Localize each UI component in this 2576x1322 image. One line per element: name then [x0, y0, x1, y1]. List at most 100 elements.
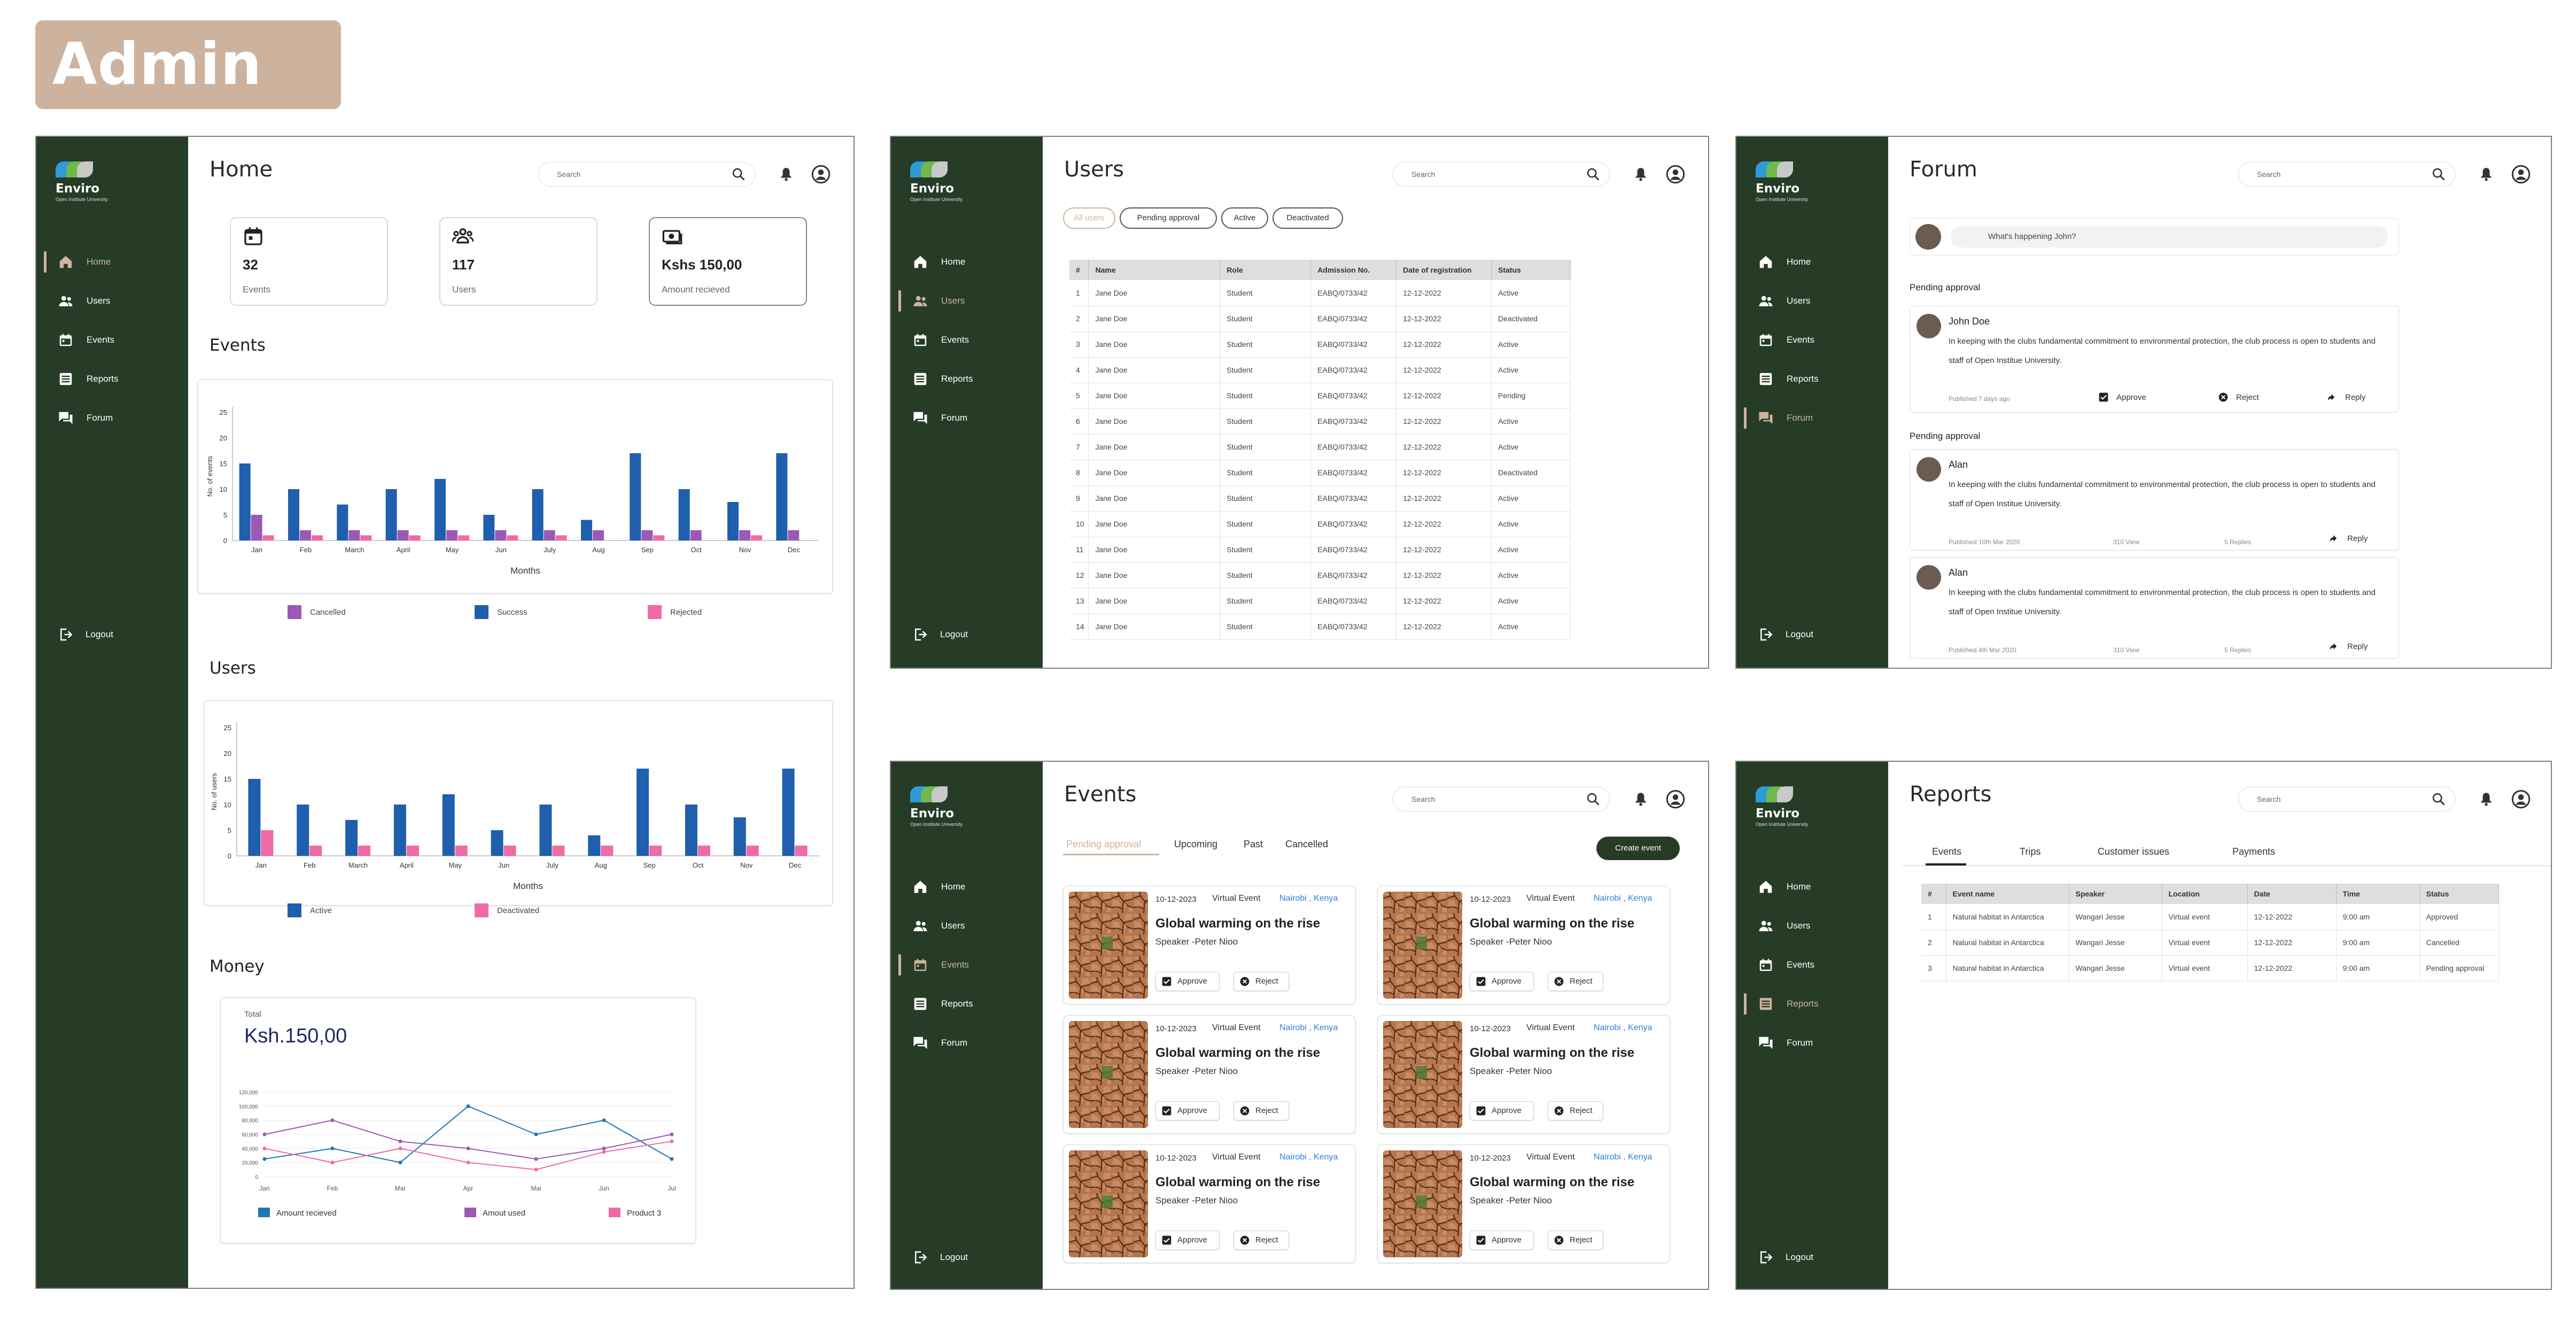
search-input[interactable]: Search [2239, 163, 2455, 186]
table-row[interactable]: 7 Jane Doe Student EABQ/0733/42 12-12-2022 Ac… [1069, 434, 1571, 460]
nav-home[interactable]: Home [1736, 874, 1888, 900]
create-event-button[interactable]: Create event [1596, 837, 1680, 860]
reply-button[interactable]: Reply [2329, 641, 2368, 652]
stat-card-amount[interactable]: Kshs 150,00 Amount recieved [649, 217, 807, 306]
nav-events[interactable]: Events [891, 327, 1043, 353]
logout-button[interactable]: Logout [1758, 1249, 1813, 1265]
nav-events[interactable]: Events [1736, 327, 1888, 353]
nav-users[interactable]: Users [36, 288, 188, 314]
bell-icon[interactable] [779, 166, 793, 183]
event-card[interactable]: 10-12-2023 Virtual Event Nairobi , Kenya Gl… [1377, 1145, 1670, 1263]
nav-forum[interactable]: Forum [1736, 405, 1888, 431]
search-input[interactable]: Search [539, 163, 755, 186]
event-location[interactable]: Nairobi , Kenya [1594, 1153, 1652, 1162]
nav-events[interactable]: Events [1736, 952, 1888, 978]
nav-home[interactable]: Home [891, 249, 1043, 275]
table-row[interactable]: 2 Jane Doe Student EABQ/0733/42 12-12-2022 De… [1069, 306, 1571, 332]
nav-reports[interactable]: Reports [1736, 991, 1888, 1017]
nav-forum[interactable]: Forum [891, 405, 1043, 431]
search-input[interactable]: Search [1393, 163, 1609, 186]
table-row[interactable]: 8 Jane Doe Student EABQ/0733/42 12-12-2022 De… [1069, 460, 1571, 486]
reject-button[interactable]: Reject [2218, 392, 2259, 403]
event-location[interactable]: Nairobi , Kenya [1279, 1023, 1338, 1033]
reject-button[interactable]: Reject [1233, 1231, 1289, 1250]
table-row[interactable]: 1 Jane Doe Student EABQ/0733/42 12-12-2022 Ac… [1069, 280, 1571, 306]
nav-events[interactable]: Events [891, 952, 1043, 978]
nav-users[interactable]: Users [1736, 288, 1888, 314]
event-location[interactable]: Nairobi , Kenya [1594, 894, 1652, 903]
table-row[interactable]: 13 Jane Doe Student EABQ/0733/42 12-12-2022 A… [1069, 588, 1571, 614]
reject-button[interactable]: Reject [1548, 1231, 1603, 1250]
approve-button[interactable]: Approve [1470, 972, 1534, 991]
approve-button[interactable]: Approve [1470, 1231, 1534, 1250]
reply-button[interactable]: Reply [2327, 392, 2365, 403]
nav-home[interactable]: Home [891, 874, 1043, 900]
table-row[interactable]: 10 Jane Doe Student EABQ/0733/42 12-12-2022 A… [1069, 511, 1571, 537]
profile-avatar-icon[interactable] [1666, 165, 1685, 184]
bell-icon[interactable] [2479, 166, 2493, 183]
event-location[interactable]: Nairobi , Kenya [1279, 894, 1338, 903]
search-icon[interactable] [1586, 167, 1601, 182]
nav-users[interactable]: Users [891, 913, 1043, 939]
nav-reports[interactable]: Reports [1736, 366, 1888, 392]
reject-button[interactable]: Reject [1548, 972, 1603, 991]
table-row[interactable]: 2 Natural habitat in Antarctica Wangari Je… [1921, 930, 2499, 956]
composer-input[interactable]: What's happening John? [1951, 226, 2388, 248]
tab-upcoming[interactable]: Upcoming [1174, 839, 1217, 850]
stat-card-users[interactable]: 117 Users [439, 217, 598, 306]
approve-button[interactable]: Approve [1470, 1101, 1534, 1120]
filter-deactivated[interactable]: Deactivated [1273, 207, 1343, 229]
approve-button[interactable]: Approve [1155, 1231, 1220, 1250]
event-card[interactable]: 10-12-2023 Virtual Event Nairobi , Kenya Gl… [1063, 886, 1356, 1004]
event-card[interactable]: 10-12-2023 Virtual Event Nairobi , Kenya Gl… [1063, 1015, 1356, 1134]
table-row[interactable]: 4 Jane Doe Student EABQ/0733/42 12-12-2022 Ac… [1069, 357, 1571, 383]
tab-pending-approval[interactable]: Pending approval [1066, 839, 1141, 850]
event-location[interactable]: Nairobi , Kenya [1279, 1153, 1338, 1162]
table-row[interactable]: 9 Jane Doe Student EABQ/0733/42 12-12-2022 Ac… [1069, 485, 1571, 512]
bell-icon[interactable] [1634, 166, 1648, 183]
event-card[interactable]: 10-12-2023 Virtual Event Nairobi , Kenya Gl… [1377, 886, 1670, 1004]
search-input[interactable]: Search [2239, 787, 2455, 811]
search-icon[interactable] [1586, 792, 1601, 807]
table-row[interactable]: 1 Natural habitat in Antarctica Wangari Je… [1921, 904, 2499, 930]
event-card[interactable]: 10-12-2023 Virtual Event Nairobi , Kenya Gl… [1377, 1015, 1670, 1134]
logout-button[interactable]: Logout [912, 627, 968, 643]
tab-past[interactable]: Past [1244, 839, 1263, 850]
table-row[interactable]: 3 Natural habitat in Antarctica Wangari Je… [1921, 955, 2499, 981]
table-row[interactable]: 5 Jane Doe Student EABQ/0733/42 12-12-2022 Pe… [1069, 383, 1571, 409]
profile-avatar-icon[interactable] [1666, 790, 1685, 809]
tab-payments[interactable]: Payments [2232, 846, 2275, 857]
approve-button[interactable]: Approve [1155, 972, 1220, 991]
nav-reports[interactable]: Reports [891, 991, 1043, 1017]
nav-forum[interactable]: Forum [1736, 1030, 1888, 1056]
tab-customer-issues[interactable]: Customer issues [2098, 846, 2169, 857]
nav-home[interactable]: Home [36, 249, 188, 275]
table-row[interactable]: 11 Jane Doe Student EABQ/0733/42 12-12-2022 A… [1069, 537, 1571, 563]
filter-active[interactable]: Active [1221, 207, 1268, 229]
nav-events[interactable]: Events [36, 327, 188, 353]
search-icon[interactable] [731, 167, 746, 182]
tab-cancelled[interactable]: Cancelled [1285, 839, 1328, 850]
filter-all-users[interactable]: All users [1063, 207, 1115, 229]
table-row[interactable]: 14 Jane Doe Student EABQ/0733/42 12-12-2022 A… [1069, 614, 1571, 640]
search-icon[interactable] [2431, 792, 2446, 807]
profile-avatar-icon[interactable] [811, 165, 831, 184]
profile-avatar-icon[interactable] [2511, 165, 2531, 184]
approve-button[interactable]: Approve [1155, 1101, 1220, 1120]
nav-reports[interactable]: Reports [36, 366, 188, 392]
nav-home[interactable]: Home [1736, 249, 1888, 275]
event-card[interactable]: 10-12-2023 Virtual Event Nairobi , Kenya Gl… [1063, 1145, 1356, 1263]
tab-events[interactable]: Events [1932, 846, 1961, 857]
nav-reports[interactable]: Reports [891, 366, 1043, 392]
tab-trips[interactable]: Trips [2020, 846, 2040, 857]
nav-users[interactable]: Users [1736, 913, 1888, 939]
bell-icon[interactable] [1634, 791, 1648, 808]
table-row[interactable]: 3 Jane Doe Student EABQ/0733/42 12-12-2022 Ac… [1069, 331, 1571, 358]
reply-button[interactable]: Reply [2329, 533, 2368, 544]
nav-forum[interactable]: Forum [36, 405, 188, 431]
table-row[interactable]: 12 Jane Doe Student EABQ/0733/42 12-12-2022 A… [1069, 562, 1571, 589]
filter-pending-approval[interactable]: Pending approval [1120, 207, 1217, 229]
event-location[interactable]: Nairobi , Kenya [1594, 1023, 1652, 1033]
reject-button[interactable]: Reject [1548, 1101, 1603, 1120]
reject-button[interactable]: Reject [1233, 1101, 1289, 1120]
